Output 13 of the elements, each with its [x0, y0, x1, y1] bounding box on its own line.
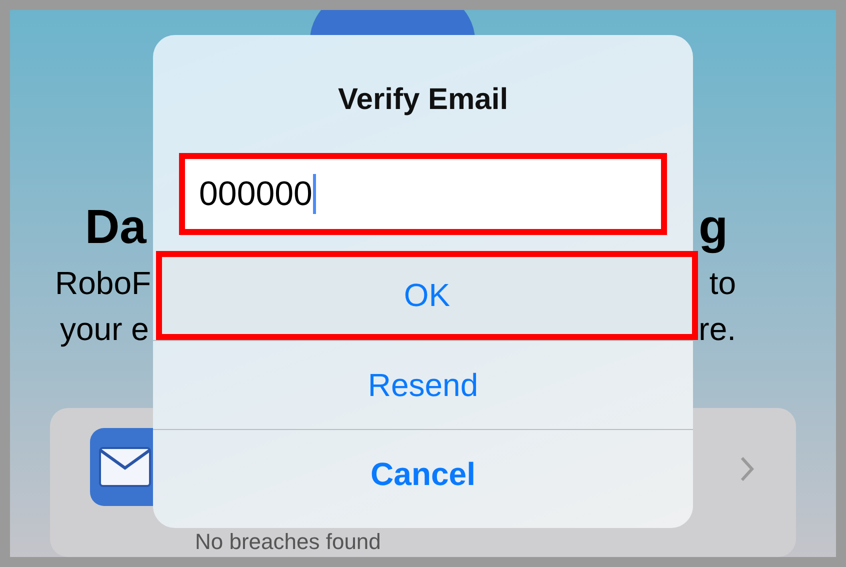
- status-text: No breaches found: [195, 529, 381, 555]
- code-field[interactable]: 000000: [185, 159, 661, 229]
- description-text: your e: [60, 310, 149, 349]
- dialog-button[interactable]: Resend: [153, 340, 693, 429]
- description-text: re.: [698, 310, 736, 349]
- dialog-button[interactable]: OK: [156, 251, 698, 340]
- heading-text: Da: [85, 200, 146, 256]
- description-text: RoboF: [55, 264, 152, 303]
- dialog-title: Verify Email: [336, 83, 510, 117]
- dialog-button[interactable]: Cancel: [153, 429, 693, 518]
- chevron-icon: [740, 456, 754, 482]
- heading-text: g: [698, 200, 728, 256]
- description-text: to: [709, 264, 736, 303]
